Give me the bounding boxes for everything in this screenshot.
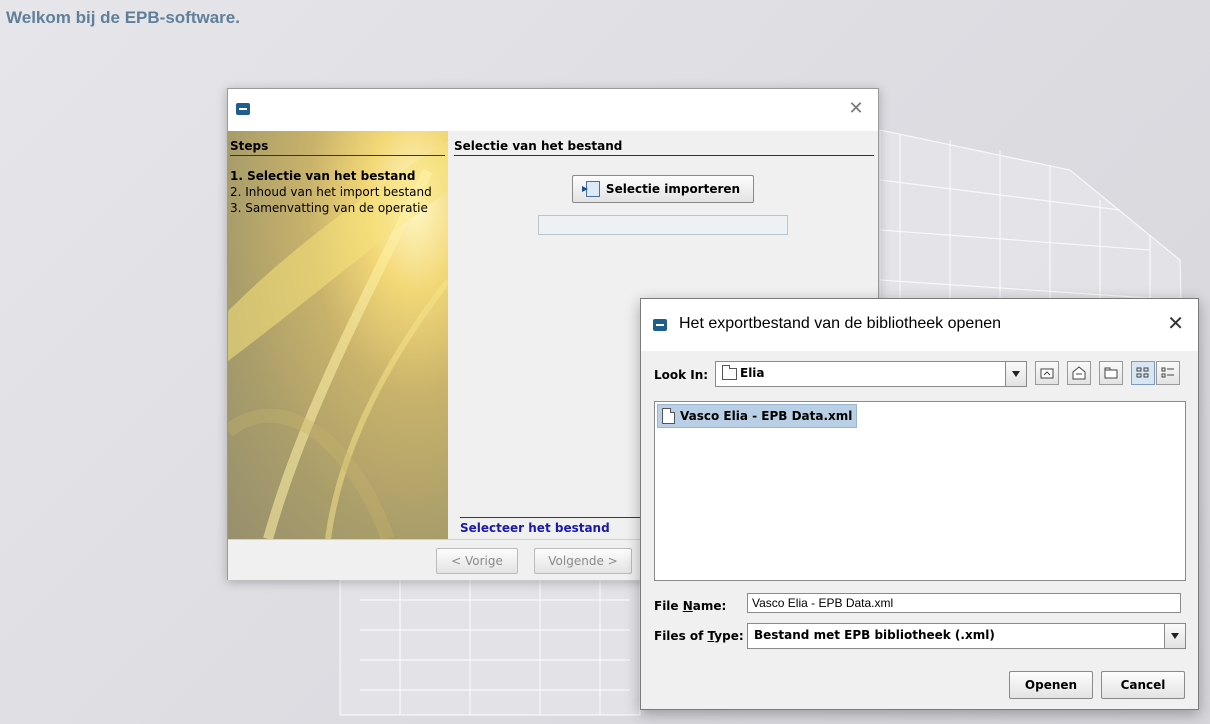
folder-icon [722,365,737,380]
chevron-down-icon[interactable] [1164,624,1185,648]
open-button-label: Openen [1024,678,1078,692]
cancel-button[interactable]: Cancel [1101,671,1185,699]
list-view-icon [1136,367,1149,378]
next-button[interactable]: Volgende > [534,548,632,574]
import-file-icon [581,181,600,197]
app-logo-icon [236,103,250,115]
home-button[interactable] [1067,361,1091,385]
content-header: Selectie van het bestand [454,139,874,156]
look-in-label: Look In: [654,368,709,382]
cancel-button-label: Cancel [1120,678,1166,692]
select-import-label: Selectie importeren [605,182,741,196]
files-of-type-value: Bestand met EPB bibliotheek (.xml) [754,628,995,642]
app-logo-icon [653,319,667,331]
file-list[interactable]: Vasco Elia - EPB Data.xml [654,401,1186,581]
wizard-close-icon[interactable]: ✕ [846,99,866,119]
files-of-type-dropdown[interactable]: Bestand met EPB bibliotheek (.xml) [747,623,1186,649]
select-import-button[interactable]: Selectie importeren [572,175,754,203]
chevron-down-icon[interactable] [1005,362,1026,386]
step-item-1: 1. Selectie van het bestand [230,169,416,183]
look-in-dropdown[interactable]: Elia [715,361,1027,387]
look-in-value: Elia [740,366,765,380]
open-file-dialog: Het exportbestand van de bibliotheek ope… [640,298,1199,710]
status-text: Selecteer het bestand [460,517,670,535]
steps-list: 1. Selectie van het bestand 2. Inhoud va… [230,168,448,216]
list-item[interactable]: Vasco Elia - EPB Data.xml [657,404,858,428]
step-item-2: 2. Inhoud van het import bestand [230,185,432,199]
file-name-label: File Name: [654,599,727,613]
next-button-label: Volgende > [548,554,618,568]
file-progress-bar [538,215,788,235]
wizard-title-bar[interactable]: ✕ [228,89,878,131]
details-view-button[interactable] [1156,361,1180,385]
new-folder-button[interactable] [1099,361,1123,385]
up-folder-icon [1040,368,1054,379]
details-view-icon [1161,367,1174,378]
dialog-close-icon[interactable]: ✕ [1167,313,1184,333]
home-icon [1072,366,1086,380]
open-button[interactable]: Openen [1009,671,1093,699]
steps-panel: Steps 1. Selectie van het bestand 2. Inh… [228,131,448,539]
list-view-button[interactable] [1131,361,1155,385]
dialog-title: Het exportbestand van de bibliotheek ope… [679,315,1002,332]
files-of-type-label: Files of Type: [654,629,744,643]
file-name-input[interactable] [747,593,1181,613]
file-item-name: Vasco Elia - EPB Data.xml [680,409,853,423]
step-item-3: 3. Samenvatting van de operatie [230,201,428,215]
new-folder-icon [1104,367,1118,379]
dialog-title-bar[interactable]: Het exportbestand van de bibliotheek ope… [641,299,1198,351]
steps-header: Steps [230,139,445,156]
previous-button-label: < Vorige [451,554,503,568]
document-icon [662,408,675,424]
previous-button[interactable]: < Vorige [436,548,518,574]
up-one-level-button[interactable] [1035,361,1059,385]
